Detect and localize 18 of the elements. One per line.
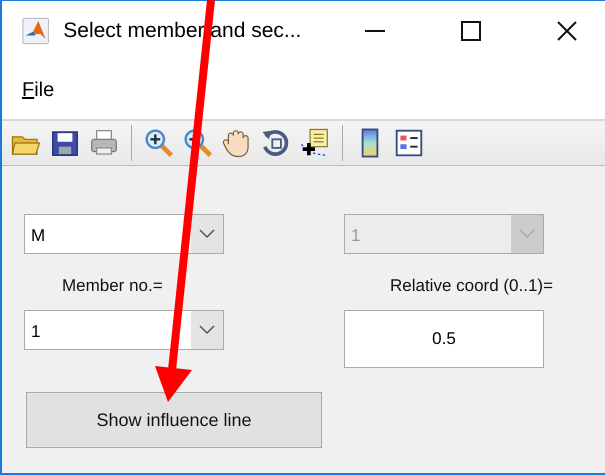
zoom-in-icon[interactable] [143,127,175,159]
chevron-icon [199,325,215,335]
chevron-icon [519,229,535,239]
zoom-out-icon[interactable] [182,127,214,159]
coord-label: Relative coord (0..1)= [390,276,553,295]
close-icon [557,21,577,41]
member-dropdown[interactable]: 1 [24,310,224,350]
chevron-icon [199,229,215,239]
quantity-dropdown[interactable]: M [24,214,224,254]
data-cursor-icon[interactable] [299,127,331,159]
app-icon [22,16,50,46]
menu-item[interactable]: File [22,78,54,102]
member-label: Member no.= [62,276,163,295]
legend-icon[interactable] [393,127,425,159]
minimize-icon [365,30,385,32]
show-influence-line-button[interactable]: Show influence line [26,392,322,448]
maximize-icon [461,21,481,41]
coord-field[interactable]: 0.5 [344,310,544,368]
